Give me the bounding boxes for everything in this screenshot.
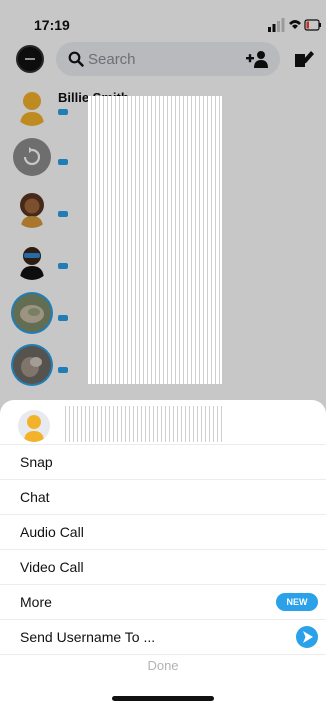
video-call-option[interactable]: Video Call [0, 550, 326, 585]
redacted-region [88, 96, 222, 384]
snap-label: Snap [20, 454, 53, 470]
new-badge: NEW [276, 593, 318, 611]
chat-option[interactable]: Chat [0, 480, 326, 515]
more-label: More [20, 594, 52, 610]
redacted-name [62, 406, 224, 442]
more-option[interactable]: More NEW [0, 585, 326, 620]
chat-label: Chat [20, 489, 50, 505]
done-button[interactable]: Done [0, 658, 326, 673]
send-username-option[interactable]: Send Username To ... [0, 620, 326, 655]
action-sheet: Snap Chat Audio Call Video Call More NEW… [0, 400, 326, 704]
send-arrow-icon[interactable] [296, 626, 318, 648]
send-username-label: Send Username To ... [20, 629, 156, 645]
screen: 17:19 Search Billie Snap Chat Audio Call… [0, 0, 326, 704]
sheet-header [0, 400, 326, 445]
audio-call-option[interactable]: Audio Call [0, 515, 326, 550]
audio-call-label: Audio Call [20, 524, 84, 540]
video-call-label: Video Call [20, 559, 84, 575]
bitmoji-avatar [18, 410, 50, 442]
home-indicator [112, 696, 214, 701]
snap-option[interactable]: Snap [0, 445, 326, 480]
